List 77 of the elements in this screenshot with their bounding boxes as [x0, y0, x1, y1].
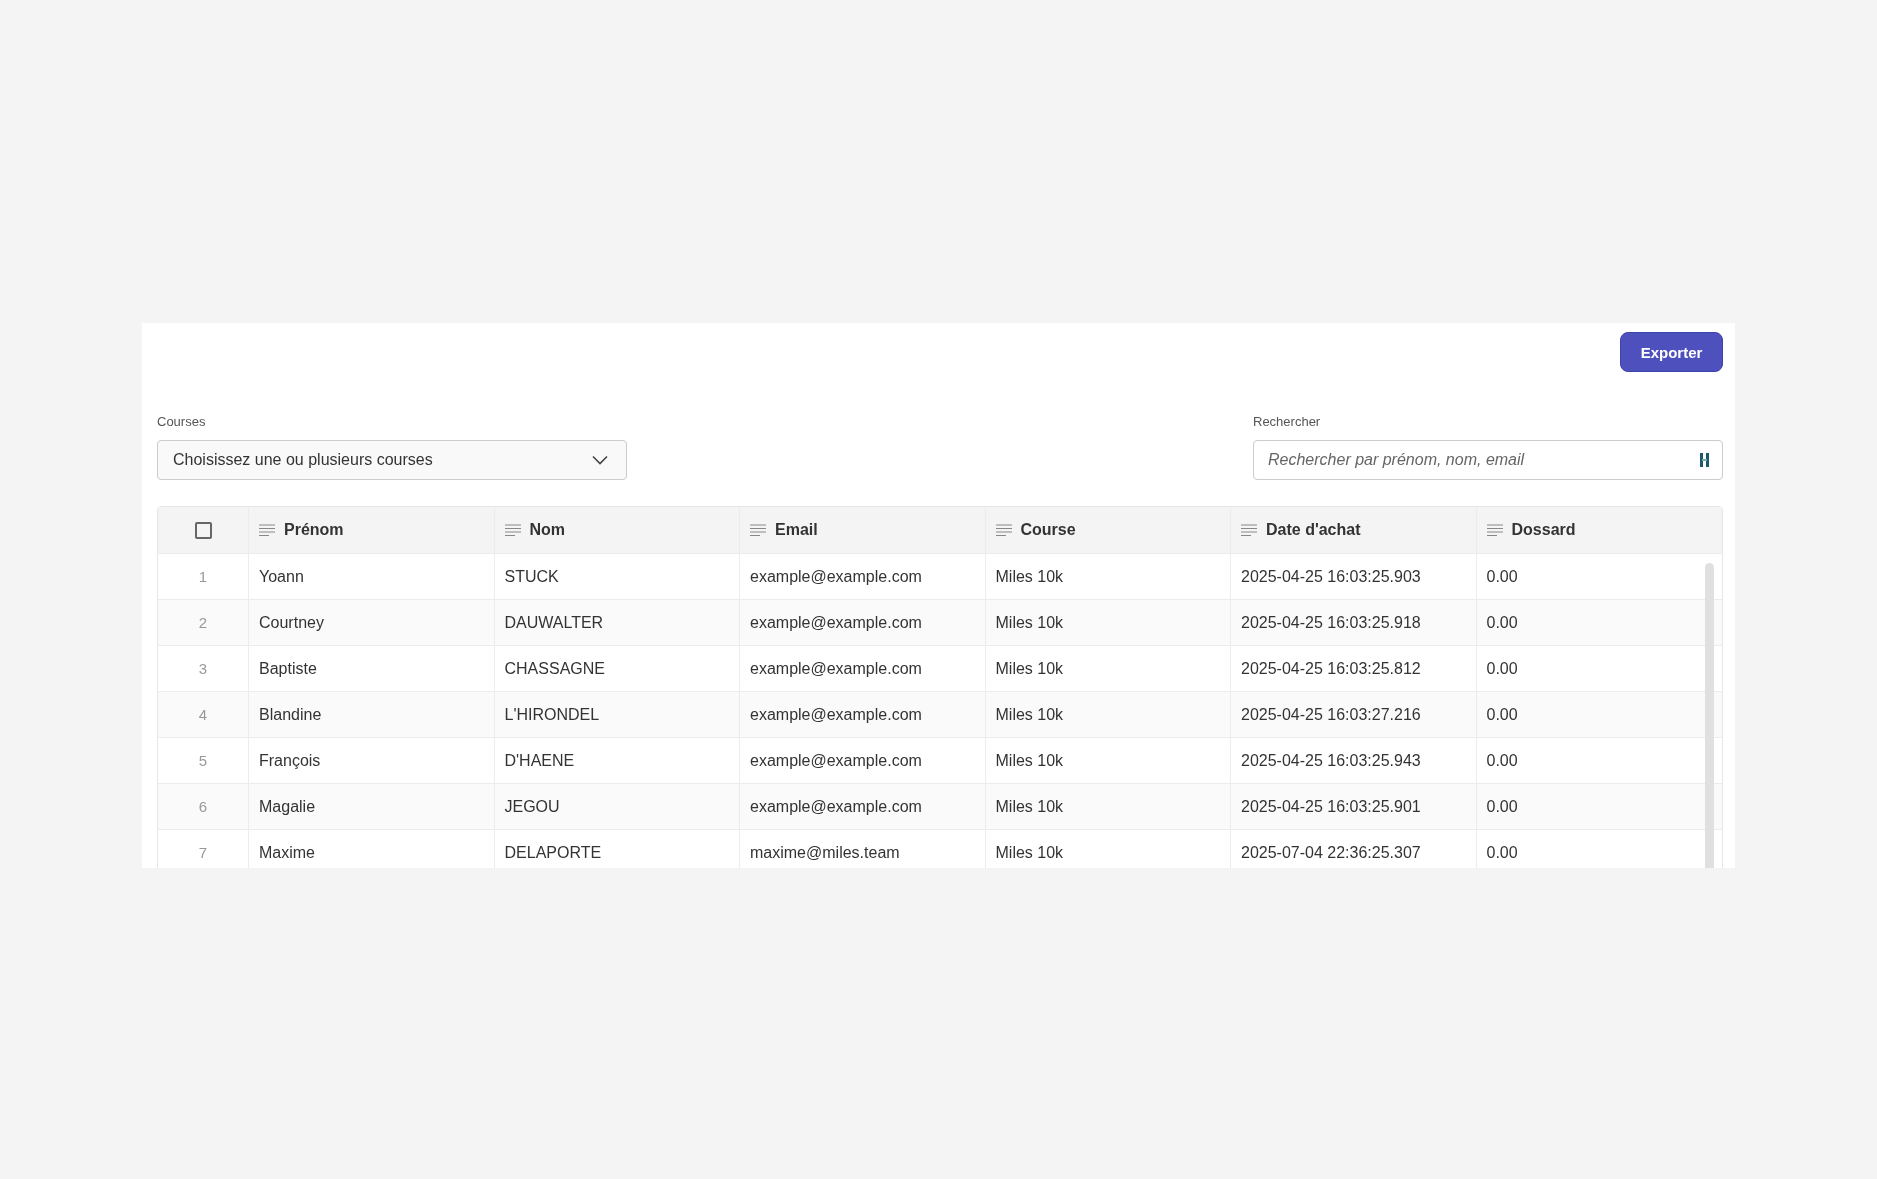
table-cell: D'HAENE: [504, 751, 575, 770]
table-cell: JEGOU: [504, 797, 560, 816]
table-cell: Miles 10k: [995, 659, 1064, 678]
table-cell: example@example.com: [750, 659, 922, 678]
table-cell: maxime@miles.team: [750, 843, 900, 862]
field-label: Courses: [157, 414, 207, 431]
table-cell: 0.00: [1486, 843, 1518, 862]
table-cell: 0.00: [1486, 659, 1518, 678]
table-cell: example@example.com: [750, 567, 922, 586]
scrollbar[interactable]: [1705, 563, 1714, 868]
table-cell: Blandine: [259, 705, 322, 724]
table-cell: DAUWALTER: [504, 613, 604, 632]
table-cell: Miles 10k: [995, 843, 1064, 862]
dropdown-placeholder: Choisissez une ou plusieurs courses: [173, 451, 433, 469]
row-number: 1: [198, 568, 208, 585]
table-cell: 2025-04-25 16:03:27.216: [1241, 705, 1421, 724]
table-cell: STUCK: [504, 567, 559, 586]
column-header[interactable]: Course: [985, 507, 1231, 553]
row-number: 4: [198, 706, 208, 723]
table-cell: Courtney: [259, 613, 324, 632]
bars-icon: [1699, 452, 1711, 468]
table-cell: Magalie: [259, 797, 316, 816]
table-cell: Miles 10k: [995, 751, 1064, 770]
table-cell: L'HIRONDEL: [504, 705, 600, 724]
table-cell: example@example.com: [750, 751, 922, 770]
lines-icon: [995, 524, 1012, 536]
column-title: Email: [775, 521, 818, 539]
column-title: Prénom: [284, 521, 344, 539]
table-cell: Yoann: [259, 567, 304, 586]
table-cell: François: [259, 751, 321, 770]
column-header[interactable]: Date d'achat: [1231, 507, 1477, 553]
table-cell: example@example.com: [750, 613, 922, 632]
column-header[interactable]: Prénom: [249, 507, 495, 553]
table-cell: 0.00: [1486, 797, 1518, 816]
table-cell: Miles 10k: [995, 797, 1064, 816]
table-cell: 0.00: [1486, 705, 1518, 724]
table-cell: 0.00: [1486, 613, 1518, 632]
table-cell: 2025-04-25 16:03:25.812: [1241, 659, 1421, 678]
row-number: 5: [198, 752, 208, 769]
table-cell: 0.00: [1486, 751, 1518, 770]
field-label: Rechercher: [1253, 414, 1322, 431]
table-cell: Miles 10k: [995, 613, 1064, 632]
table-cell: Maxime: [259, 843, 315, 862]
table-cell: CHASSAGNE: [504, 659, 605, 678]
search-field[interactable]: Rechercher par prénom, nom, email: [1253, 440, 1723, 480]
table-cell: Miles 10k: [995, 705, 1064, 724]
column-title: Nom: [529, 521, 566, 539]
table-cell: 2025-04-25 16:03:25.918: [1241, 613, 1421, 632]
column-header[interactable]: Dossard: [1476, 507, 1722, 553]
table-cell: Baptiste: [259, 659, 317, 678]
lines-icon: [750, 524, 766, 536]
lines-icon: [1486, 524, 1503, 536]
table-cell: example@example.com: [750, 705, 922, 724]
table-cell: Miles 10k: [995, 567, 1064, 586]
column-title: Course: [1020, 521, 1076, 539]
chevron-down-icon: [592, 455, 608, 465]
export-button[interactable]: Exporter: [1620, 332, 1723, 372]
table-cell: DELAPORTE: [504, 843, 602, 862]
table-cell: 2025-07-04 22:36:25.307: [1241, 843, 1421, 862]
column-title: Date d'achat: [1266, 521, 1361, 539]
column-title: Dossard: [1511, 521, 1576, 539]
row-number: 7: [198, 844, 208, 861]
course-dropdown[interactable]: Choisissez une ou plusieurs courses: [157, 440, 627, 480]
table-cell: example@example.com: [750, 797, 922, 816]
table-cell: 0.00: [1486, 567, 1518, 586]
table-cell: 2025-04-25 16:03:25.943: [1241, 751, 1421, 770]
column-header[interactable]: Email: [740, 507, 986, 553]
row-number: 6: [198, 798, 208, 815]
row-number: 2: [198, 614, 208, 631]
table-cell: 2025-04-25 16:03:25.903: [1241, 567, 1421, 586]
lines-icon: [1241, 524, 1257, 536]
lines-icon: [504, 524, 521, 536]
table-cell: 2025-04-25 16:03:25.901: [1241, 797, 1421, 816]
select-all-checkbox[interactable]: [194, 521, 212, 539]
lines-icon: [259, 524, 275, 536]
column-header[interactable]: Nom: [494, 507, 740, 553]
row-number: 3: [198, 660, 208, 677]
